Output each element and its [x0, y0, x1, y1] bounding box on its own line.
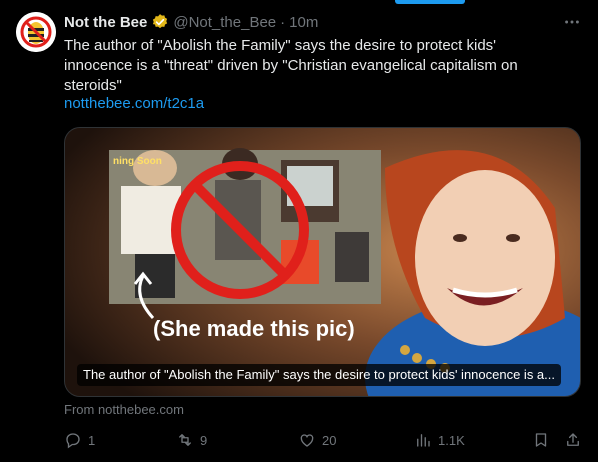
card-thumbnail: ning Soon (She made this pic): [65, 128, 580, 396]
author-name[interactable]: Not the Bee: [64, 14, 147, 31]
overlay-text: (She made this pic): [153, 316, 355, 341]
svg-text:ning Soon: ning Soon: [113, 156, 162, 167]
not-the-bee-logo-icon: [16, 12, 56, 52]
active-tab-indicator: [395, 0, 465, 4]
views-button[interactable]: 1.1K: [414, 428, 465, 452]
avatar[interactable]: [16, 12, 56, 52]
tweet-header: Not the Bee @Not_the_Bee · 10m: [64, 12, 318, 32]
link-card[interactable]: ning Soon (She made this pic) The author…: [64, 127, 581, 397]
repost-icon: [179, 434, 191, 446]
more-icon[interactable]: [562, 12, 582, 32]
bookmark-icon: [535, 433, 547, 447]
woman-face: [415, 170, 555, 346]
like-icon: [300, 434, 314, 447]
repost-button[interactable]: 9: [176, 428, 207, 452]
verified-badge-icon[interactable]: [151, 13, 169, 31]
like-button[interactable]: 20: [298, 428, 336, 452]
card-caption: The author of "Abolish the Family" says …: [77, 364, 561, 386]
repost-count: 9: [200, 432, 208, 448]
reply-icon: [66, 433, 80, 449]
author-handle[interactable]: @Not_the_Bee: [173, 14, 276, 31]
share-button[interactable]: [564, 428, 582, 452]
card-source[interactable]: From notthebee.com: [64, 402, 184, 417]
timestamp[interactable]: 10m: [289, 14, 318, 31]
reply-button[interactable]: 1: [64, 428, 95, 452]
views-icon: [417, 434, 430, 447]
bookmark-button[interactable]: [532, 428, 550, 452]
tweet-link[interactable]: notthebee.com/t2c1a: [64, 94, 204, 114]
action-bar: 1 9 20 1.1K: [64, 428, 584, 452]
separator-dot: ·: [280, 13, 286, 31]
share-icon: [567, 433, 579, 446]
tweet-text: The author of "Abolish the Family" says …: [64, 37, 518, 94]
views-count: 1.1K: [438, 432, 465, 448]
like-count: 20: [322, 432, 337, 448]
reply-count: 1: [88, 432, 96, 448]
